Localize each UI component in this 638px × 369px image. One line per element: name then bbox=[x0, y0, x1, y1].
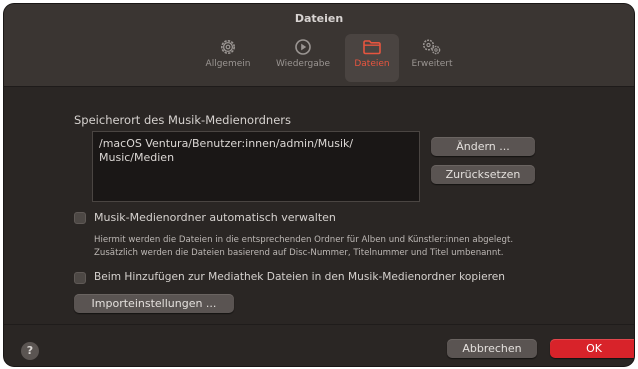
change-button[interactable]: Ändern ... bbox=[431, 137, 535, 156]
tab-allgemein[interactable]: Allgemein bbox=[200, 34, 256, 82]
window-title: Dateien bbox=[294, 12, 344, 25]
gear-icon bbox=[221, 40, 235, 54]
help-button[interactable]: ? bbox=[21, 342, 39, 360]
toolbar: Dateien Allgemein Wiedergabe Dateien Erw… bbox=[4, 4, 634, 87]
auto-manage-label: Musik-Medienordner automatisch verwalten bbox=[94, 211, 336, 224]
path-line: /macOS Ventura/Benutzer:innen/admin/Musi… bbox=[99, 137, 354, 150]
copy-files-checkbox[interactable] bbox=[74, 272, 86, 284]
description-line: Hiermit werden die Dateien in die entspr… bbox=[94, 235, 514, 245]
tab-label: Erweitert bbox=[411, 59, 453, 69]
auto-manage-checkbox[interactable] bbox=[74, 212, 86, 224]
copy-files-label: Beim Hinzufügen zur Mediathek Dateien in… bbox=[94, 271, 505, 283]
footer-divider bbox=[4, 324, 634, 325]
reset-button[interactable]: Zurücksetzen bbox=[431, 165, 535, 184]
description-line: Zusätzlich werden die Dateien basierend … bbox=[94, 247, 504, 258]
tab-label: Dateien bbox=[354, 59, 390, 69]
ok-button[interactable]: OK bbox=[550, 339, 634, 358]
auto-manage-description: Hiermit werden die Dateien in die entspr… bbox=[94, 234, 624, 259]
tab-label: Wiedergabe bbox=[275, 59, 330, 69]
preferences-window: Dateien Allgemein Wiedergabe Dateien Erw… bbox=[4, 4, 634, 366]
tab-wiedergabe[interactable]: Wiedergabe bbox=[266, 34, 340, 82]
play-circle-icon bbox=[295, 39, 311, 55]
cancel-button[interactable]: Abbrechen bbox=[447, 339, 537, 358]
gears-icon bbox=[422, 39, 441, 55]
tab-erweitert[interactable]: Erweitert bbox=[403, 34, 461, 82]
tab-label: Allgemein bbox=[205, 59, 251, 69]
path-line: Music/Medien bbox=[99, 151, 175, 164]
media-folder-path-field[interactable]: /macOS Ventura/Benutzer:innen/admin/Musi… bbox=[92, 131, 420, 202]
import-settings-button[interactable]: Importeinstellungen ... bbox=[74, 294, 234, 313]
media-folder-heading: Speicherort des Musik-Medienordners bbox=[74, 113, 291, 127]
folder-icon bbox=[363, 40, 381, 55]
tab-dateien[interactable]: Dateien bbox=[345, 34, 399, 82]
